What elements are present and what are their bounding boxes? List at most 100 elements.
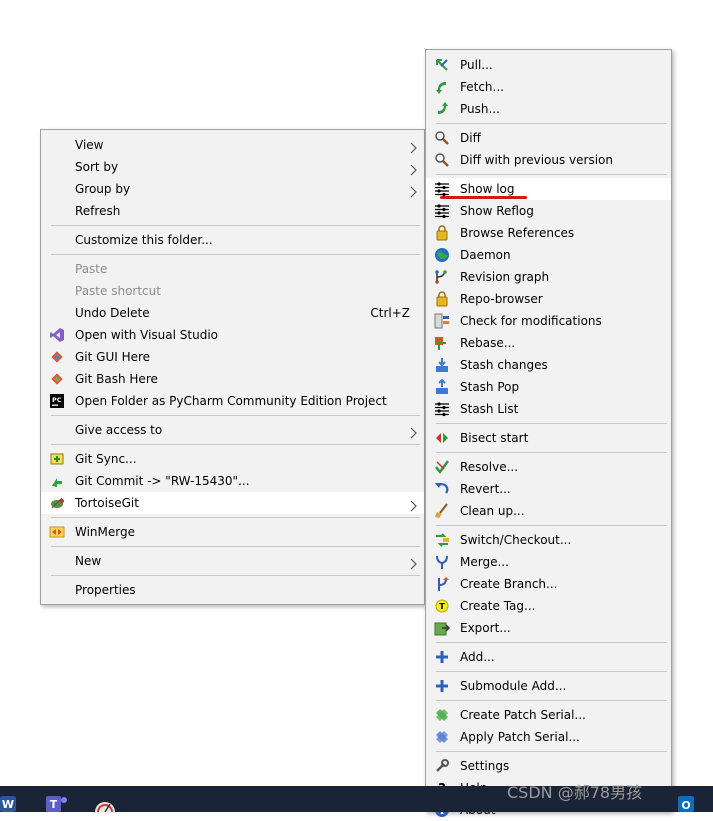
show-log-icon [434, 181, 450, 197]
chevron-right-icon [408, 183, 418, 198]
menu-item-rebase[interactable]: Rebase... [426, 332, 671, 354]
menu-item-customize-this-folder[interactable]: Customize this folder... [41, 229, 424, 251]
menu-item-label: Revision graph [460, 270, 550, 284]
diff-icon [434, 130, 450, 146]
menu-item-settings[interactable]: Settings [426, 755, 671, 777]
menu-separator [426, 420, 671, 427]
menu-item-git-commit-rw-15430[interactable]: Git Commit -> "RW-15430"... [41, 470, 424, 492]
app-icon[interactable] [93, 794, 117, 812]
menu-item-fetch[interactable]: Fetch... [426, 76, 671, 98]
menu-item-stash-changes[interactable]: Stash changes [426, 354, 671, 376]
browse-references-icon [434, 225, 450, 241]
menu-item-label: Stash Pop [460, 380, 520, 394]
red-underline-annotation [440, 196, 527, 199]
git-bash-icon [49, 371, 65, 387]
menu-item-refresh[interactable]: Refresh [41, 200, 424, 222]
menu-item-git-bash-here[interactable]: Git Bash Here [41, 368, 424, 390]
tortoisegit-submenu: Pull... Fetch... Push... Diff Diff with prev… [425, 49, 672, 817]
menu-item-pull[interactable]: Pull... [426, 54, 671, 76]
menu-item-export[interactable]: Export... [426, 617, 671, 639]
menu-item-push[interactable]: Push... [426, 98, 671, 120]
menu-item-label: Git GUI Here [75, 350, 151, 364]
menu-item-label: Show log [460, 182, 515, 196]
menu-item-show-reflog[interactable]: Show Reflog [426, 200, 671, 222]
shortcut-label: Ctrl+Z [370, 306, 410, 320]
chevron-right-icon [408, 161, 418, 176]
menu-item-sort-by[interactable]: Sort by [41, 156, 424, 178]
menu-item-diff-with-previous-version[interactable]: Diff with previous version [426, 149, 671, 171]
menu-item-label: Stash List [460, 402, 519, 416]
menu-item-create-branch[interactable]: Create Branch... [426, 573, 671, 595]
pull-icon [434, 57, 450, 73]
fetch-icon [434, 79, 450, 95]
menu-item-label: Rebase... [460, 336, 516, 350]
menu-item-add[interactable]: Add... [426, 646, 671, 668]
explorer-context-menu: View Sort by Group by Refresh Customize this… [40, 129, 425, 605]
menu-item-label: Clean up... [460, 504, 525, 518]
menu-item-check-for-modifications[interactable]: Check for modifications [426, 310, 671, 332]
word-icon[interactable]: W [0, 794, 18, 812]
menu-item-label: Fetch... [460, 80, 504, 94]
menu-item-paste[interactable]: Paste [41, 258, 424, 280]
menu-item-undo-delete[interactable]: Undo Delete Ctrl+Z [41, 302, 424, 324]
menu-item-submodule-add[interactable]: Submodule Add... [426, 675, 671, 697]
menu-item-view[interactable]: View [41, 134, 424, 156]
menu-item-properties[interactable]: Properties [41, 579, 424, 601]
diff-previous-icon [434, 152, 450, 168]
menu-item-label: Open Folder as PyCharm Community Edition… [75, 394, 387, 408]
menu-item-label: Submodule Add... [460, 679, 567, 693]
menu-item-new[interactable]: New [41, 550, 424, 572]
menu-item-daemon[interactable]: Daemon [426, 244, 671, 266]
menu-item-label: Paste [75, 262, 108, 276]
submodule-add-icon [434, 678, 450, 694]
menu-item-paste-shortcut[interactable]: Paste shortcut [41, 280, 424, 302]
menu-item-label: Stash changes [460, 358, 548, 372]
menu-item-open-with-visual-studio[interactable]: Open with Visual Studio [41, 324, 424, 346]
repo-browser-icon [434, 291, 450, 307]
svg-text:O: O [681, 799, 690, 812]
menu-item-label: Show Reflog [460, 204, 534, 218]
menu-item-browse-references[interactable]: Browse References [426, 222, 671, 244]
menu-item-give-access-to[interactable]: Give access to [41, 419, 424, 441]
menu-item-label: Paste shortcut [75, 284, 161, 298]
menu-item-label: Pull... [460, 58, 493, 72]
menu-item-stash-pop[interactable]: Stash Pop [426, 376, 671, 398]
menu-item-revert[interactable]: Revert... [426, 478, 671, 500]
menu-item-repo-browser[interactable]: Repo-browser [426, 288, 671, 310]
menu-separator [41, 222, 424, 229]
pycharm-icon: PC [49, 393, 65, 409]
menu-separator [426, 120, 671, 127]
bisect-icon [434, 430, 450, 446]
menu-item-label: Bisect start [460, 431, 529, 445]
menu-item-git-gui-here[interactable]: Git GUI Here [41, 346, 424, 368]
menu-item-merge[interactable]: Merge... [426, 551, 671, 573]
menu-item-git-sync[interactable]: Git Sync... [41, 448, 424, 470]
menu-item-open-folder-as-pycharm-community-edition-project[interactable]: PC Open Folder as PyCharm Community Editi… [41, 390, 424, 412]
menu-item-create-tag[interactable]: T Create Tag... [426, 595, 671, 617]
outlook-icon[interactable]: O [676, 792, 696, 812]
menu-separator [41, 412, 424, 419]
menu-item-tortoisegit[interactable]: TortoiseGit [41, 492, 424, 514]
menu-item-apply-patch-serial[interactable]: Apply Patch Serial... [426, 726, 671, 748]
teams-icon[interactable]: T [46, 794, 68, 812]
svg-text:W: W [2, 798, 14, 811]
menu-item-bisect-start[interactable]: Bisect start [426, 427, 671, 449]
menu-item-create-patch-serial[interactable]: Create Patch Serial... [426, 704, 671, 726]
chevron-right-icon [408, 555, 418, 570]
menu-item-resolve[interactable]: Resolve... [426, 456, 671, 478]
menu-item-label: Resolve... [460, 460, 519, 474]
menu-item-group-by[interactable]: Group by [41, 178, 424, 200]
menu-item-label: Switch/Checkout... [460, 533, 572, 547]
menu-item-revision-graph[interactable]: Revision graph [426, 266, 671, 288]
menu-item-winmerge[interactable]: WinMerge [41, 521, 424, 543]
menu-separator [426, 171, 671, 178]
menu-item-diff[interactable]: Diff [426, 127, 671, 149]
menu-separator [426, 522, 671, 529]
export-icon [434, 620, 450, 636]
menu-item-clean-up[interactable]: Clean up... [426, 500, 671, 522]
menu-item-stash-list[interactable]: Stash List [426, 398, 671, 420]
tortoisegit-icon [49, 495, 65, 511]
menu-separator [426, 748, 671, 755]
menu-item-label: Git Bash Here [75, 372, 158, 386]
menu-item-switch-checkout[interactable]: Switch/Checkout... [426, 529, 671, 551]
